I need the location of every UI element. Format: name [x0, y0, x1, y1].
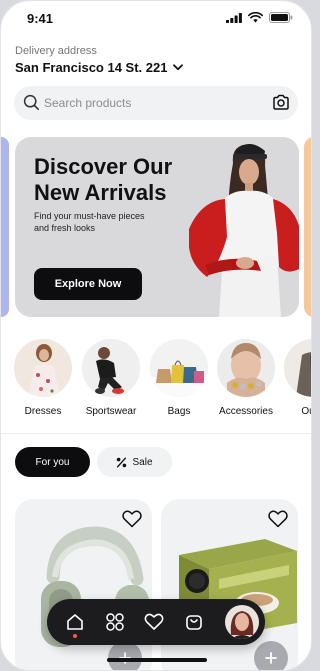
sportswear-image	[82, 339, 140, 397]
delivery-address-value: San Francisco 14 St. 221	[15, 60, 168, 75]
search-bar	[14, 86, 298, 120]
bottom-nav	[47, 599, 265, 645]
category-outerwear[interactable]: Outw	[278, 339, 311, 417]
banner-model-image	[189, 144, 299, 317]
active-tab-indicator	[73, 634, 77, 638]
category-strip: Dresses Sportswear Bags Accessories Outw	[1, 339, 311, 424]
chevron-down-icon	[173, 64, 184, 71]
banner-subtitle-line2: and fresh looks	[34, 223, 96, 233]
carousel-next-slide[interactable]	[304, 137, 311, 317]
search-icon	[23, 94, 39, 110]
banner-subtitle-line1: Find your must-have pieces	[34, 211, 145, 221]
category-dresses[interactable]: Dresses	[8, 339, 78, 417]
wifi-icon	[248, 12, 263, 23]
percent-icon	[117, 457, 127, 467]
profile-avatar[interactable]	[225, 605, 259, 639]
category-bags[interactable]: Bags	[144, 339, 214, 417]
accessories-image	[217, 339, 275, 397]
delivery-address-selector[interactable]: San Francisco 14 St. 221	[15, 60, 184, 75]
status-icons	[226, 12, 293, 23]
phone-screen: 9:41 Delivery address San Francisco 14 S…	[0, 0, 312, 671]
home-icon[interactable]	[65, 612, 85, 632]
carousel-prev-slide[interactable]	[1, 137, 9, 317]
filter-sale-label: Sale	[132, 456, 153, 468]
heart-icon[interactable]	[144, 612, 164, 632]
home-indicator	[107, 658, 207, 662]
banner-title-line2: New Arrivals	[34, 180, 167, 205]
camera-icon[interactable]	[272, 94, 290, 111]
category-label: Bags	[167, 406, 191, 417]
section-divider	[1, 433, 311, 434]
explore-now-button[interactable]: Explore Now	[34, 268, 142, 300]
category-label: Sportswear	[85, 406, 137, 417]
delivery-address-label: Delivery address	[15, 45, 97, 57]
category-label: Accessories	[219, 406, 273, 417]
add-to-cart-button[interactable]	[108, 641, 142, 670]
dresses-image	[14, 339, 72, 397]
banner-title-line1: Discover Our	[34, 154, 173, 179]
search-input[interactable]	[44, 94, 254, 112]
category-sportswear[interactable]: Sportswear	[76, 339, 146, 417]
add-to-cart-button[interactable]	[254, 641, 288, 670]
status-time: 9:41	[27, 11, 54, 26]
shopping-bag-icon[interactable]	[184, 612, 204, 632]
grid-icon[interactable]	[105, 612, 125, 632]
banner-subtitle: Find your must-have pieces and fresh loo…	[34, 210, 164, 234]
category-label: Outw	[301, 406, 311, 417]
category-accessories[interactable]: Accessories	[211, 339, 281, 417]
signal-icon	[226, 12, 242, 23]
category-label: Dresses	[24, 406, 62, 417]
promo-banner: Discover Our New Arrivals Find your must…	[15, 137, 299, 317]
filter-for-you[interactable]: For you	[15, 447, 90, 477]
outerwear-image	[284, 339, 311, 397]
battery-icon	[269, 12, 293, 23]
plus-icon	[265, 652, 277, 664]
bags-image	[150, 339, 208, 397]
status-bar: 9:41	[1, 1, 311, 37]
filter-sale[interactable]: Sale	[97, 447, 172, 477]
